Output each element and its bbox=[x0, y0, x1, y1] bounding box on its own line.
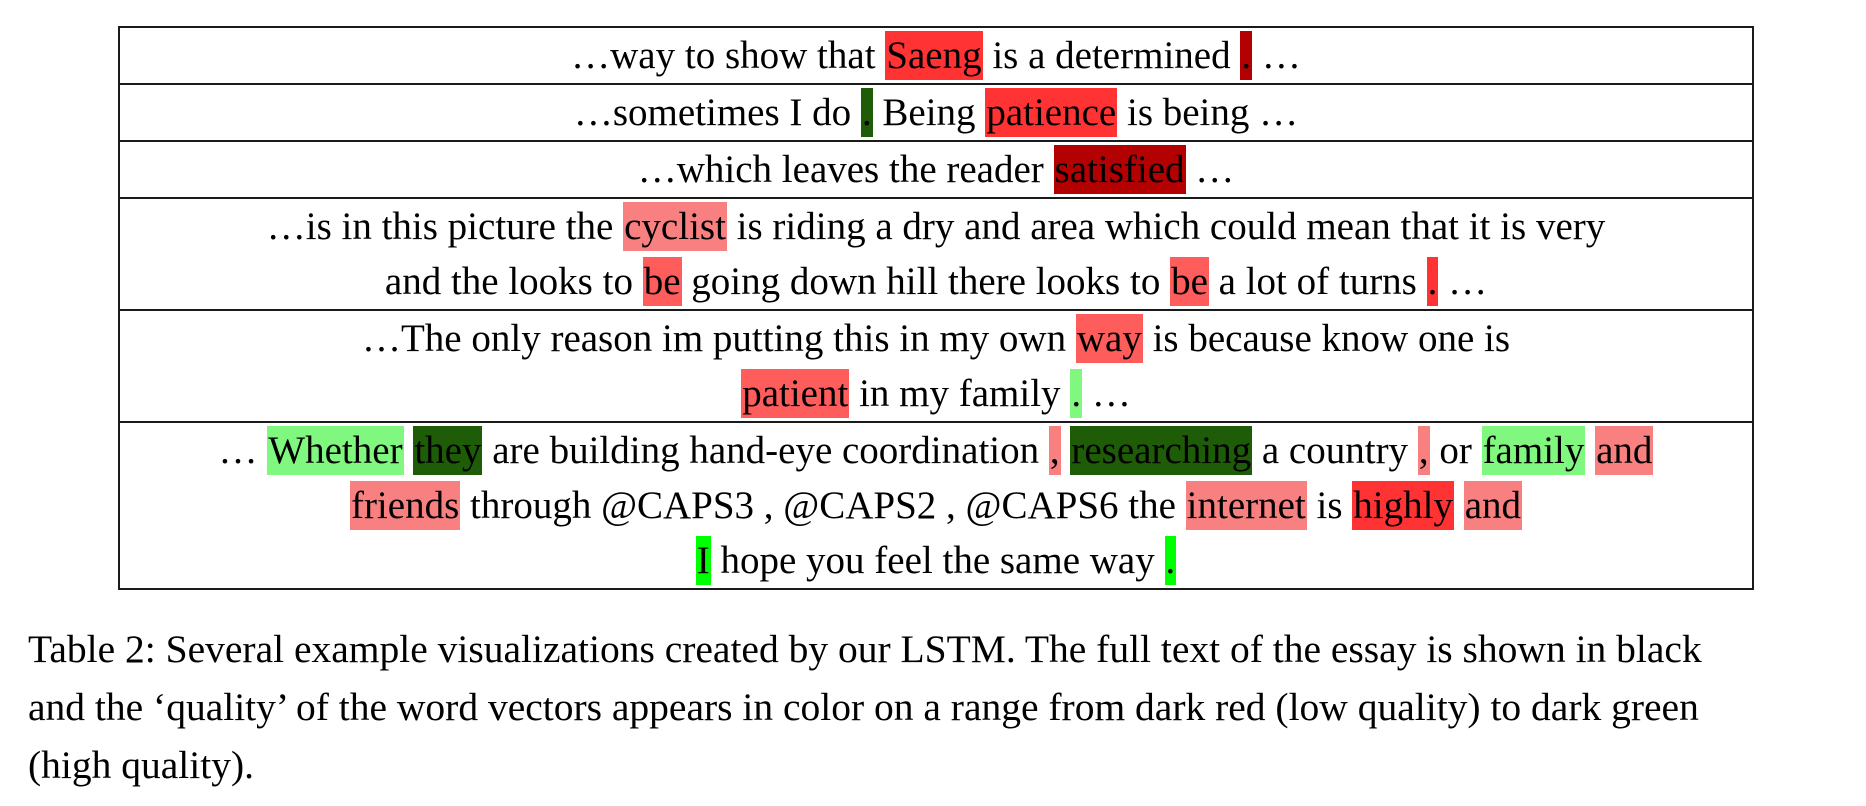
plain-text: in my family bbox=[849, 372, 1071, 415]
example-row: …The only reason im putting this in my o… bbox=[119, 310, 1753, 422]
example-row: …is in this picture the cyclist is ridin… bbox=[119, 198, 1753, 310]
plain-text: are building hand-eye coordination bbox=[482, 429, 1049, 472]
highlighted-token: cyclist bbox=[623, 202, 727, 251]
caption-line: and the ‘quality’ of the word vectors ap… bbox=[28, 685, 1699, 729]
highlighted-token: and bbox=[1595, 426, 1654, 475]
plain-text: through @CAPS3 , @CAPS2 , @CAPS6 the bbox=[460, 484, 1186, 527]
plain-text bbox=[1454, 484, 1464, 527]
plain-text: …way to show that bbox=[571, 34, 886, 77]
plain-text: … bbox=[218, 429, 268, 472]
highlighted-token: they bbox=[413, 426, 483, 475]
highlighted-token: . bbox=[1164, 536, 1177, 585]
highlighted-token: satisfied bbox=[1053, 145, 1186, 194]
caption-line: Table 2: Several example visualizations … bbox=[28, 627, 1702, 671]
plain-text: …The only reason im putting this in my o… bbox=[361, 317, 1076, 360]
plain-text: …is in this picture the bbox=[266, 205, 624, 248]
highlighted-token: highly bbox=[1352, 481, 1454, 530]
example-text-cell: … Whether they are building hand-eye coo… bbox=[119, 422, 1753, 589]
text-line: and the looks to be going down hill ther… bbox=[130, 254, 1742, 309]
plain-text: … bbox=[1438, 260, 1488, 303]
plain-text: … bbox=[1082, 372, 1131, 415]
text-line: friends through @CAPS3 , @CAPS2 , @CAPS6… bbox=[130, 478, 1742, 533]
highlighted-token: family bbox=[1481, 426, 1586, 475]
highlighted-token: Saeng bbox=[885, 31, 983, 80]
text-line: …way to show that Saeng is a determined … bbox=[130, 28, 1742, 83]
plain-text: is a determined bbox=[982, 34, 1241, 77]
example-text-cell: …is in this picture the cyclist is ridin… bbox=[119, 198, 1753, 310]
plain-text: a lot of turns bbox=[1208, 260, 1427, 303]
highlighted-token: patience bbox=[985, 88, 1118, 137]
highlighted-token: Whether bbox=[267, 426, 404, 475]
example-text-cell: …way to show that Saeng is a determined … bbox=[119, 27, 1753, 84]
plain-text bbox=[1061, 429, 1071, 472]
example-text-cell: …sometimes I do . Being patience is bein… bbox=[119, 84, 1753, 141]
text-line: …is in this picture the cyclist is ridin… bbox=[130, 199, 1742, 254]
highlighted-token: way bbox=[1075, 314, 1143, 363]
highlighted-token: , bbox=[1417, 426, 1430, 475]
example-text-cell: …which leaves the reader satisfied … bbox=[119, 141, 1753, 198]
plain-text: and the looks to bbox=[384, 260, 643, 303]
text-line: …which leaves the reader satisfied … bbox=[130, 142, 1742, 197]
example-row: … Whether they are building hand-eye coo… bbox=[119, 422, 1753, 589]
plain-text: is because know one is bbox=[1142, 317, 1511, 360]
text-line: patient in my family . … bbox=[130, 366, 1742, 421]
plain-text: is bbox=[1306, 484, 1353, 527]
highlighted-token: , bbox=[1048, 426, 1061, 475]
highlighted-token: researching bbox=[1070, 426, 1253, 475]
highlighted-token: . bbox=[860, 88, 873, 137]
highlighted-token: . bbox=[1426, 257, 1439, 306]
text-line: …The only reason im putting this in my o… bbox=[130, 311, 1742, 366]
highlighted-token: . bbox=[1240, 31, 1253, 80]
example-row: …way to show that Saeng is a determined … bbox=[119, 27, 1753, 84]
plain-text: …which leaves the reader bbox=[637, 148, 1054, 191]
plain-text bbox=[1585, 429, 1595, 472]
text-line: I hope you feel the same way . bbox=[130, 533, 1742, 588]
example-row: …which leaves the reader satisfied … bbox=[119, 141, 1753, 198]
plain-text: or bbox=[1429, 429, 1482, 472]
highlighted-token: patient bbox=[741, 369, 850, 418]
highlighted-token: I bbox=[695, 536, 711, 585]
example-row: …sometimes I do . Being patience is bein… bbox=[119, 84, 1753, 141]
visualization-table-body: …way to show that Saeng is a determined … bbox=[119, 27, 1753, 589]
highlighted-token: be bbox=[1170, 257, 1209, 306]
caption-line: (high quality). bbox=[28, 743, 254, 787]
plain-text: Being bbox=[872, 91, 986, 134]
highlighted-token: and bbox=[1463, 481, 1523, 530]
plain-text: hope you feel the same way bbox=[710, 539, 1165, 582]
highlighted-token: friends bbox=[349, 481, 461, 530]
plain-text bbox=[404, 429, 414, 472]
plain-text: is riding a dry and area which could mea… bbox=[726, 205, 1606, 248]
highlighted-token: be bbox=[642, 257, 682, 306]
plain-text: going down hill there looks to bbox=[681, 260, 1171, 303]
text-line: … Whether they are building hand-eye coo… bbox=[130, 423, 1742, 478]
plain-text: … bbox=[1185, 148, 1235, 191]
plain-text: a country bbox=[1252, 429, 1418, 472]
plain-text: …sometimes I do bbox=[573, 91, 861, 134]
plain-text: … bbox=[1252, 34, 1301, 77]
visualization-table: …way to show that Saeng is a determined … bbox=[118, 26, 1754, 590]
highlighted-token: internet bbox=[1185, 481, 1307, 530]
text-line: …sometimes I do . Being patience is bein… bbox=[130, 85, 1742, 140]
highlighted-token: . bbox=[1070, 369, 1083, 418]
table-caption: Table 2: Several example visualizations … bbox=[28, 620, 1858, 794]
example-text-cell: …The only reason im putting this in my o… bbox=[119, 310, 1753, 422]
plain-text: is being … bbox=[1117, 91, 1299, 134]
